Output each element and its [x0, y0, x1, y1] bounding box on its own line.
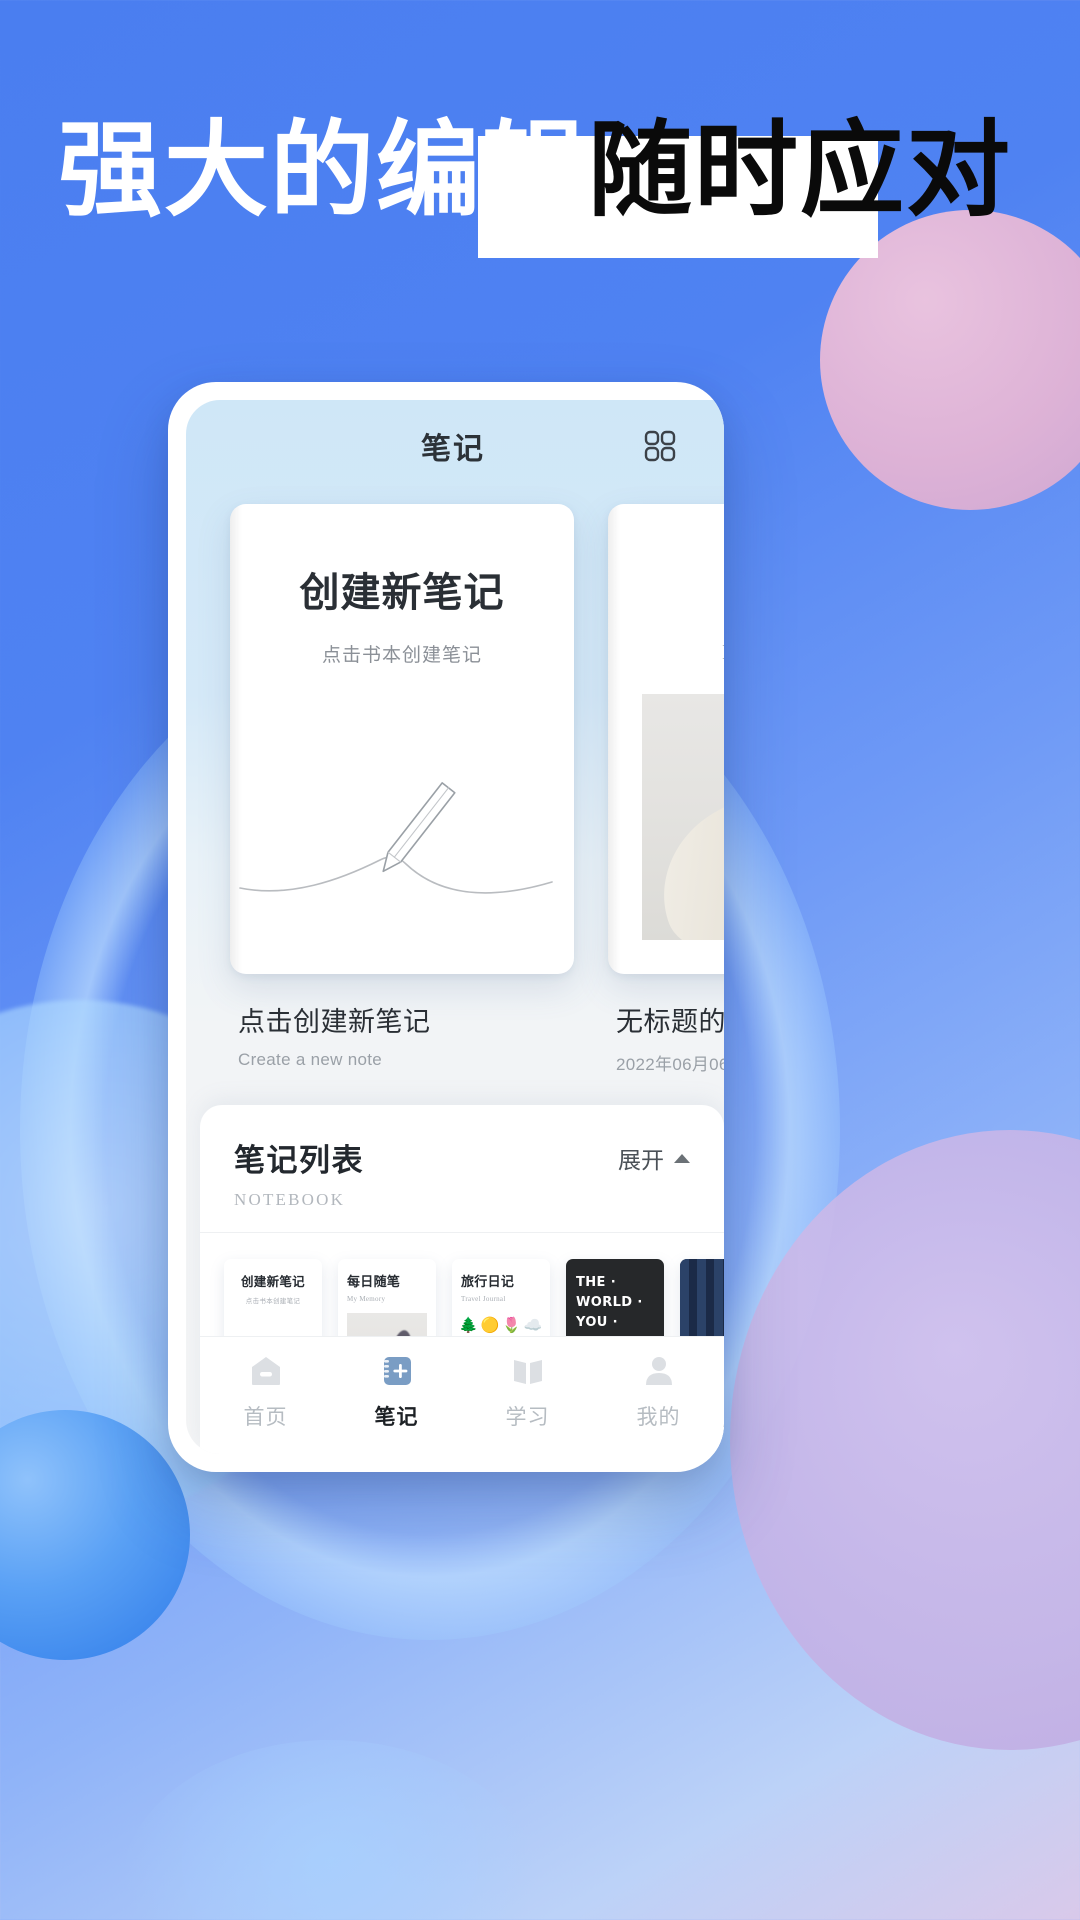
- note-card-subtitle: My Memory: [608, 640, 724, 665]
- nav-label: 笔记: [374, 1406, 419, 1429]
- page-title: 笔记: [421, 433, 485, 466]
- note-card-title: 创建新笔记: [299, 570, 505, 615]
- bottom-navigation: 首页 笔记 学习 我的: [200, 1336, 724, 1454]
- note-card-title: 心情: [608, 560, 724, 618]
- thumbnail-title: 旅行日记: [461, 1274, 515, 1289]
- note-meta-title: 无标题的笔记: [616, 1007, 724, 1037]
- phone-screen: 笔记 创建新笔记 点击书本创建笔记 点击创建新笔记 Create a new n…: [186, 400, 724, 1454]
- notebook-panel-header: 笔记列表 NOTEBOOK 展开: [200, 1105, 724, 1233]
- sticker-icon: 🟡: [480, 1316, 500, 1334]
- nav-item-study[interactable]: 学习: [462, 1351, 593, 1431]
- app-header: 笔记: [186, 400, 724, 492]
- promo-headline: 强大的编辑 随时应对: [0, 100, 1080, 258]
- sticker-icon: 🌲: [459, 1316, 479, 1334]
- notebook-panel-title: 笔记列表: [234, 1143, 364, 1178]
- note-card-subtitle: 点击书本创建笔记: [321, 645, 482, 666]
- sleeve-shape: [642, 777, 724, 940]
- note-card-create-new[interactable]: 创建新笔记 点击书本创建笔记: [230, 504, 574, 974]
- thumbnail-dark-line: THE ·: [576, 1275, 617, 1290]
- person-icon: [645, 1357, 672, 1385]
- expand-button[interactable]: 展开: [618, 1141, 690, 1175]
- nav-label: 我的: [636, 1406, 681, 1429]
- thumbnail-subtitle: My Memory: [347, 1295, 386, 1303]
- phone-mockup: 笔记 创建新笔记 点击书本创建笔记 点击创建新笔记 Create a new n…: [168, 382, 724, 1472]
- notebook-plus-icon: [383, 1357, 411, 1385]
- background-blob-bottom-glow: [120, 1740, 540, 1920]
- notebook-panel-subtitle: NOTEBOOK: [234, 1190, 346, 1209]
- headline-white-text: 强大的编辑: [58, 109, 589, 231]
- chevron-up-icon: [674, 1153, 690, 1163]
- grid-icon[interactable]: [642, 428, 678, 464]
- note-card-item[interactable]: 心情 My Memory 无标题的笔记 2022年06月06日: [608, 504, 724, 1075]
- thumbnail-title: 每日随笔: [347, 1274, 401, 1289]
- nav-item-home[interactable]: 首页: [200, 1351, 331, 1431]
- nav-item-notes[interactable]: 笔记: [331, 1351, 462, 1431]
- thumbnail-title: 创建新笔记: [240, 1275, 305, 1289]
- note-meta-subtitle: Create a new note: [238, 1050, 383, 1069]
- sticker-icon: 🌷: [502, 1316, 522, 1334]
- thumbnail-dark-line: WORLD ·: [576, 1295, 643, 1311]
- thumbnail-subtitle: 点击书本创建笔记: [245, 1298, 301, 1305]
- headline-dark-text: 随时应对: [588, 109, 1013, 231]
- thumbnail-subtitle: Travel Journal: [461, 1295, 506, 1303]
- note-cards-carousel[interactable]: 创建新笔记 点击书本创建笔记 点击创建新笔记 Create a new note…: [186, 504, 724, 1075]
- nav-label: 首页: [243, 1406, 288, 1429]
- book-open-icon: [513, 1360, 542, 1384]
- note-meta-subtitle: 2022年06月06日: [616, 1055, 724, 1074]
- sticker-icon: ☁️: [523, 1316, 543, 1334]
- pencil-doodle-icon: [230, 748, 574, 928]
- note-card-meta: 无标题的笔记 2022年06月06日: [608, 1000, 724, 1075]
- note-card-meta: 点击创建新笔记 Create a new note: [230, 1000, 574, 1070]
- thumbnail-dark-line: YOU ·: [576, 1315, 619, 1331]
- note-card-mood[interactable]: 心情 My Memory: [608, 504, 724, 974]
- note-card-item[interactable]: 创建新笔记 点击书本创建笔记 点击创建新笔记 Create a new note: [230, 504, 574, 1075]
- nav-label: 学习: [505, 1406, 550, 1429]
- expand-button-label: 展开: [618, 1147, 664, 1173]
- home-icon: [251, 1357, 280, 1385]
- background-blob-blue-sphere: [0, 1410, 190, 1660]
- background-blob-lilac: [730, 1130, 1080, 1750]
- nav-item-profile[interactable]: 我的: [593, 1351, 724, 1431]
- note-meta-title: 点击创建新笔记: [238, 1007, 431, 1037]
- note-card-photo: [642, 694, 724, 940]
